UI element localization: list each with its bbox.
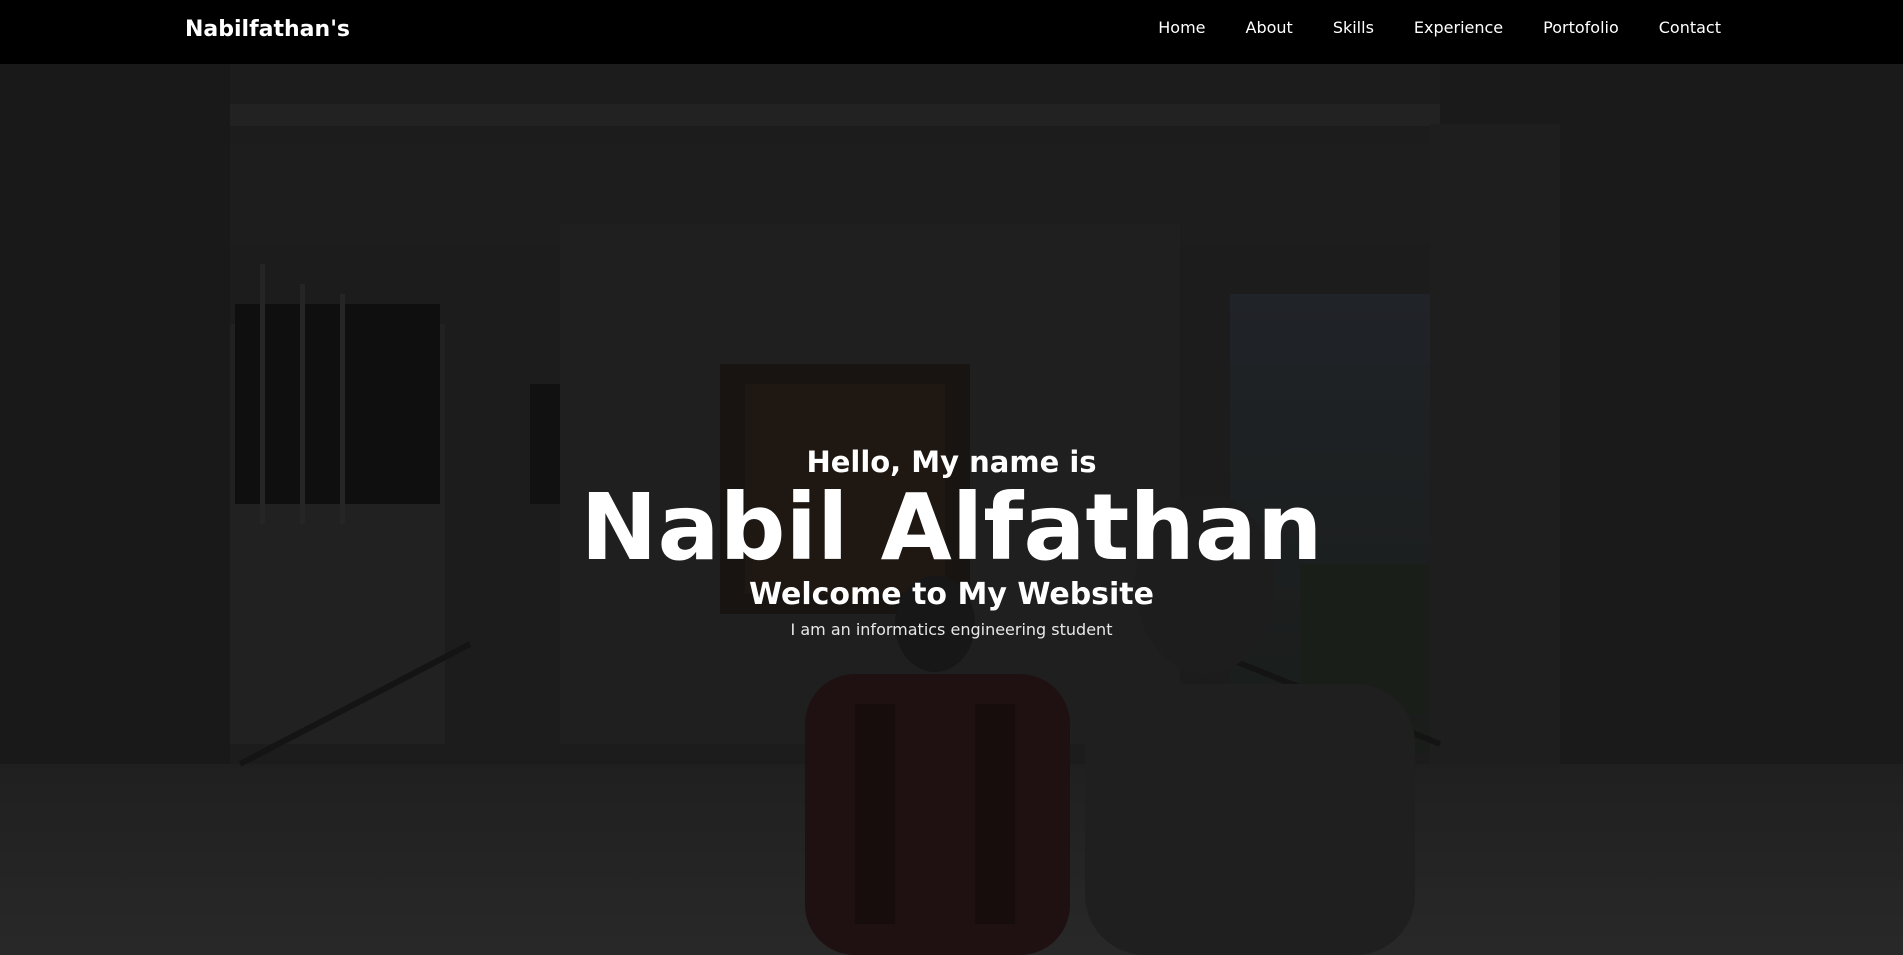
nav-link-home[interactable]: Home (1158, 18, 1205, 37)
nav-link-about[interactable]: About (1246, 18, 1293, 37)
nav-item-contact: Contact (1659, 16, 1721, 40)
nav-item-about: About (1246, 16, 1293, 40)
hero-section: Hello, My name is Nabil Alfathan Welcome… (0, 64, 1903, 955)
nav-menu: Home About Skills Experience Portofolio … (1118, 16, 1721, 40)
hero-welcome: Welcome to My Website (748, 577, 1154, 612)
nav-item-portofolio: Portofolio (1543, 16, 1619, 40)
nav-item-skills: Skills (1333, 16, 1374, 40)
navbar: Nabilfathan's Home About Skills Experien… (0, 0, 1903, 64)
hero-name: Nabil Alfathan (580, 474, 1323, 581)
hero-description: I am an informatics engineering student (790, 620, 1113, 639)
nav-link-portofolio[interactable]: Portofolio (1543, 18, 1619, 37)
brand-logo[interactable]: Nabilfathan's (185, 15, 350, 45)
nav-link-experience[interactable]: Experience (1414, 18, 1503, 37)
nav-link-contact[interactable]: Contact (1659, 18, 1721, 37)
hero-content: Hello, My name is Nabil Alfathan Welcome… (0, 444, 1903, 642)
nav-link-skills[interactable]: Skills (1333, 18, 1374, 37)
nav-item-experience: Experience (1414, 16, 1503, 40)
nav-item-home: Home (1158, 16, 1205, 40)
